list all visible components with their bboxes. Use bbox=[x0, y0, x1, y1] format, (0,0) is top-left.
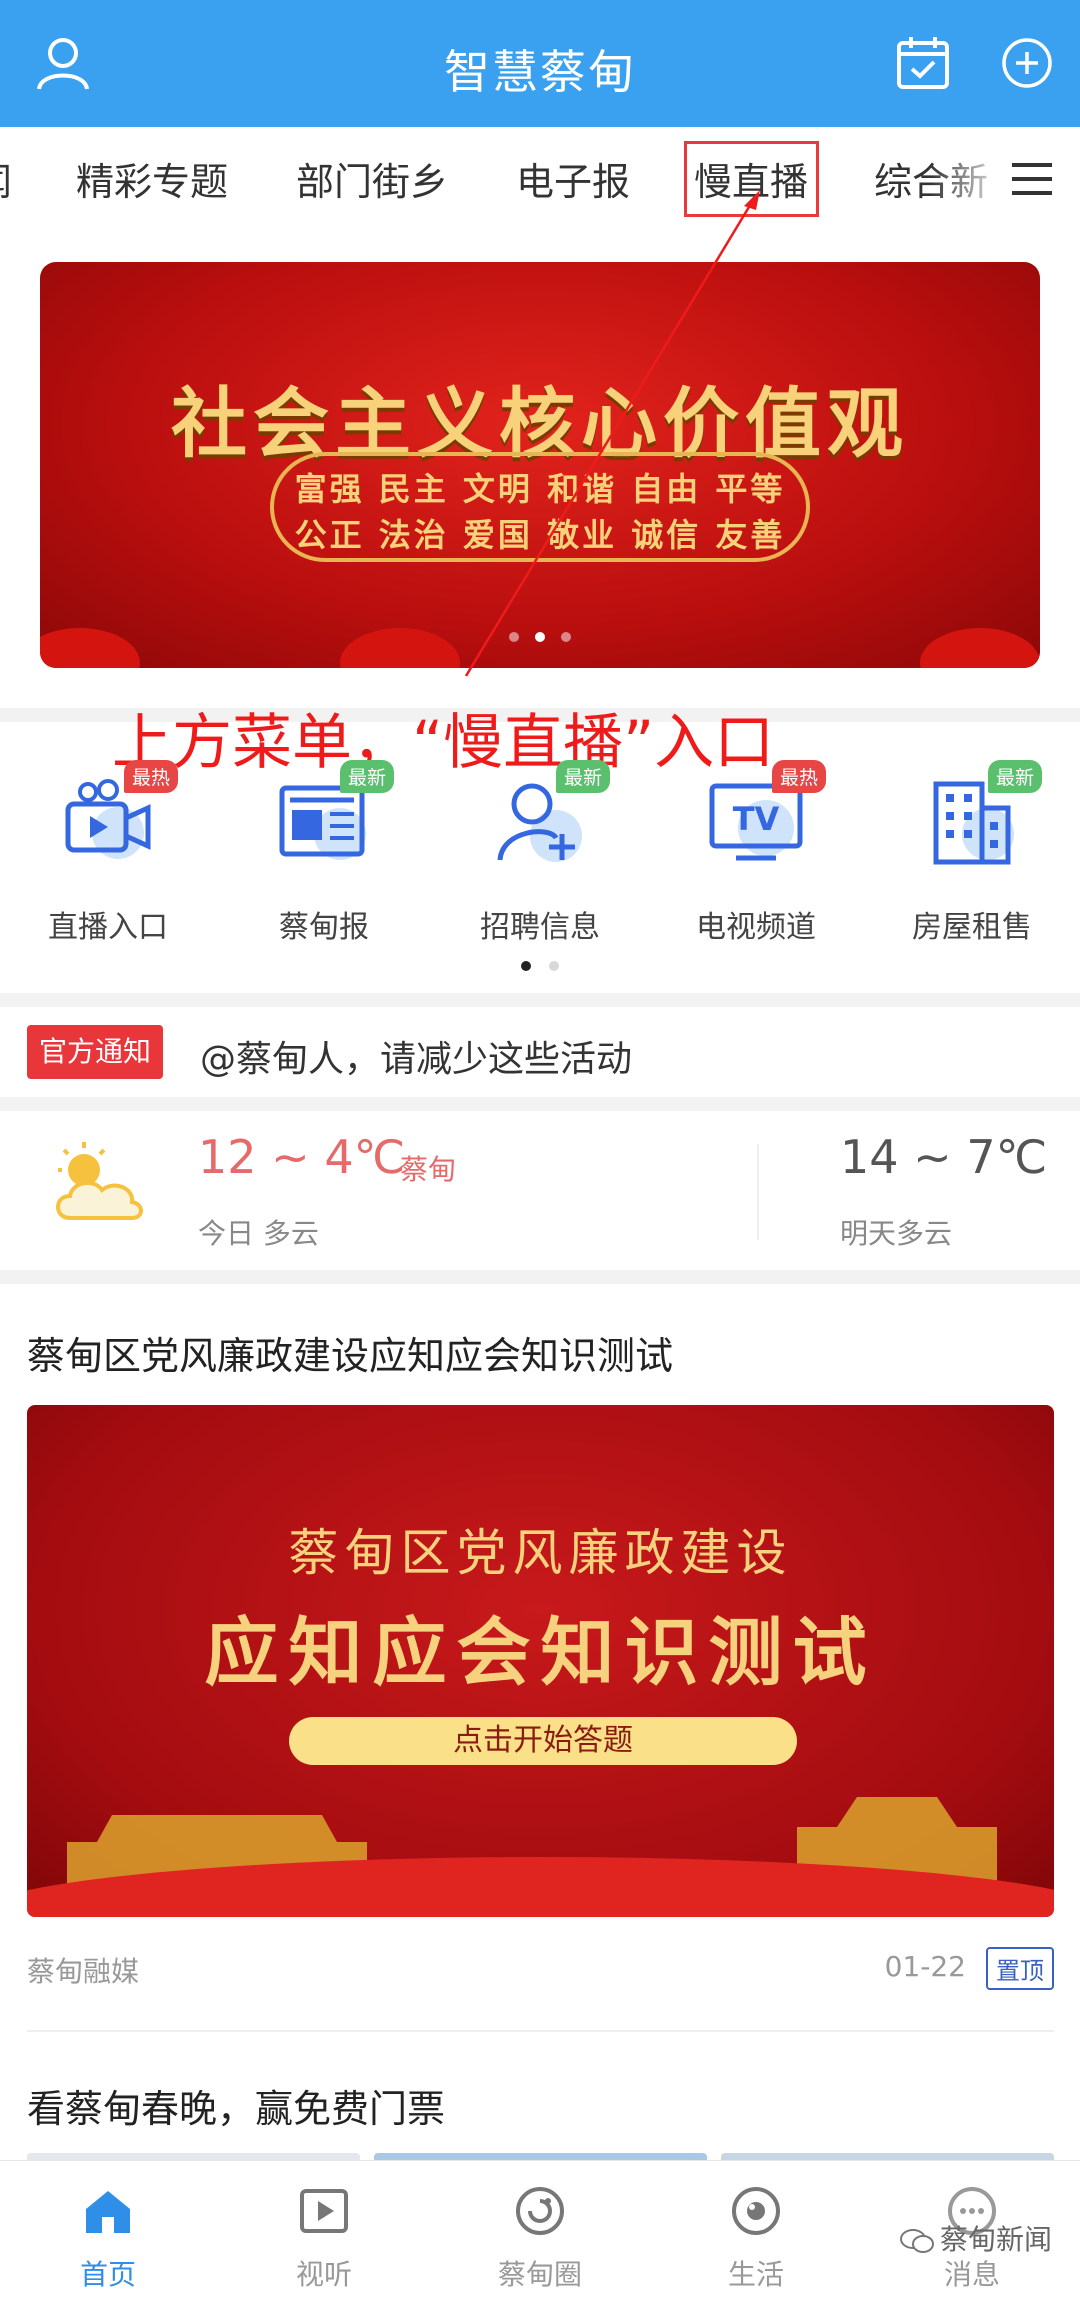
shortcut-label: 蔡甸报 bbox=[279, 910, 369, 945]
tabbar-label: 视听 bbox=[295, 2258, 352, 2291]
shortcut-housing[interactable]: 最新 房屋租售 bbox=[872, 760, 1072, 945]
weather-divider bbox=[757, 1144, 759, 1240]
shortcut-recruitment[interactable]: 最新 招聘信息 bbox=[440, 760, 640, 945]
svg-text:TV: TV bbox=[733, 800, 780, 838]
article-title[interactable]: 蔡甸区党风廉政建设应知应会知识测试 bbox=[27, 1325, 673, 1380]
notice-tag: 官方通知 bbox=[27, 1025, 164, 1079]
circle-community-icon bbox=[514, 2185, 566, 2237]
shortcut-label: 招聘信息 bbox=[480, 910, 600, 945]
badge-hot: 最热 bbox=[123, 760, 178, 793]
badge-new: 最新 bbox=[555, 760, 610, 793]
article-cover-image[interactable]: 蔡甸区党风廉政建设 应知应会知识测试 点击开始答题 bbox=[27, 1405, 1054, 1917]
tabbar-video[interactable]: 视听 bbox=[216, 2161, 432, 2299]
shortcut-caidian-paper[interactable]: 最新 蔡甸报 bbox=[224, 760, 424, 945]
badge-new: 最新 bbox=[987, 760, 1042, 793]
tabbar-label: 首页 bbox=[79, 2258, 136, 2291]
cover-line1: 蔡甸区党风廉政建设 bbox=[288, 1524, 793, 1582]
section-divider bbox=[0, 1097, 1080, 1111]
section-divider bbox=[0, 1270, 1080, 1284]
watermark-text: 蔡甸新闻 bbox=[939, 2223, 1052, 2256]
weather-city: 蔡甸 bbox=[400, 1153, 457, 1186]
today-weather-desc: 今日 多云 bbox=[198, 1217, 319, 1250]
pinned-badge: 置顶 bbox=[986, 1947, 1054, 1990]
tabbar-label: 生活 bbox=[727, 2258, 784, 2291]
article-source: 蔡甸融媒 bbox=[27, 1955, 140, 1988]
wechat-watermark: 蔡甸新闻 bbox=[899, 2218, 1052, 2258]
today-temperature: 12 ~ 4℃ bbox=[198, 1130, 406, 1184]
cover-line2: 应知应会知识测试 bbox=[204, 1610, 877, 1696]
tabbar-label: 消息 bbox=[943, 2258, 1000, 2291]
tabbar-home[interactable]: 首页 bbox=[0, 2161, 216, 2299]
annotation-arrow bbox=[464, 190, 760, 677]
section-divider bbox=[0, 993, 1080, 1007]
life-icon bbox=[730, 2185, 782, 2237]
wechat-icon bbox=[899, 2228, 934, 2254]
tabbar-life[interactable]: 生活 bbox=[648, 2161, 864, 2299]
partly-cloudy-icon bbox=[48, 1140, 148, 1234]
weather-widget[interactable]: 12 ~ 4℃ 蔡甸 今日 多云 14 ~ 7℃ 明天多云 bbox=[0, 1112, 1080, 1267]
article-divider bbox=[27, 2030, 1054, 2032]
tomorrow-weather-desc: 明天多云 bbox=[840, 1217, 953, 1250]
article-date: 01-22 bbox=[884, 1950, 966, 1983]
shortcut-label: 直播入口 bbox=[48, 910, 168, 945]
home-icon bbox=[82, 2185, 134, 2237]
shortcut-live-entry[interactable]: 最热 直播入口 bbox=[8, 760, 208, 945]
shortcut-tv-channel[interactable]: TV 最热 电视频道 bbox=[656, 760, 856, 945]
start-quiz-button[interactable]: 点击开始答题 bbox=[289, 1717, 797, 1765]
shortcuts-pagination bbox=[0, 956, 1080, 975]
badge-new: 最新 bbox=[339, 760, 394, 793]
shortcut-label: 电视频道 bbox=[696, 910, 816, 945]
tabbar-circle[interactable]: 蔡甸圈 bbox=[432, 2161, 648, 2299]
official-notice[interactable]: 官方通知 @蔡甸人，请减少这些活动 bbox=[0, 1010, 1080, 1100]
video-play-icon bbox=[298, 2185, 350, 2237]
tabbar-label: 蔡甸圈 bbox=[497, 2258, 582, 2291]
article-title[interactable]: 看蔡甸春晚，赢免费门票 bbox=[27, 2078, 445, 2133]
shortcut-label: 房屋租售 bbox=[912, 910, 1032, 945]
notice-text: @蔡甸人，请减少这些活动 bbox=[200, 1039, 633, 1080]
tomorrow-temperature: 14 ~ 7℃ bbox=[840, 1130, 1048, 1184]
article-meta: 蔡甸融媒 01-22 置顶 bbox=[27, 1947, 1054, 1990]
badge-hot: 最热 bbox=[771, 760, 826, 793]
